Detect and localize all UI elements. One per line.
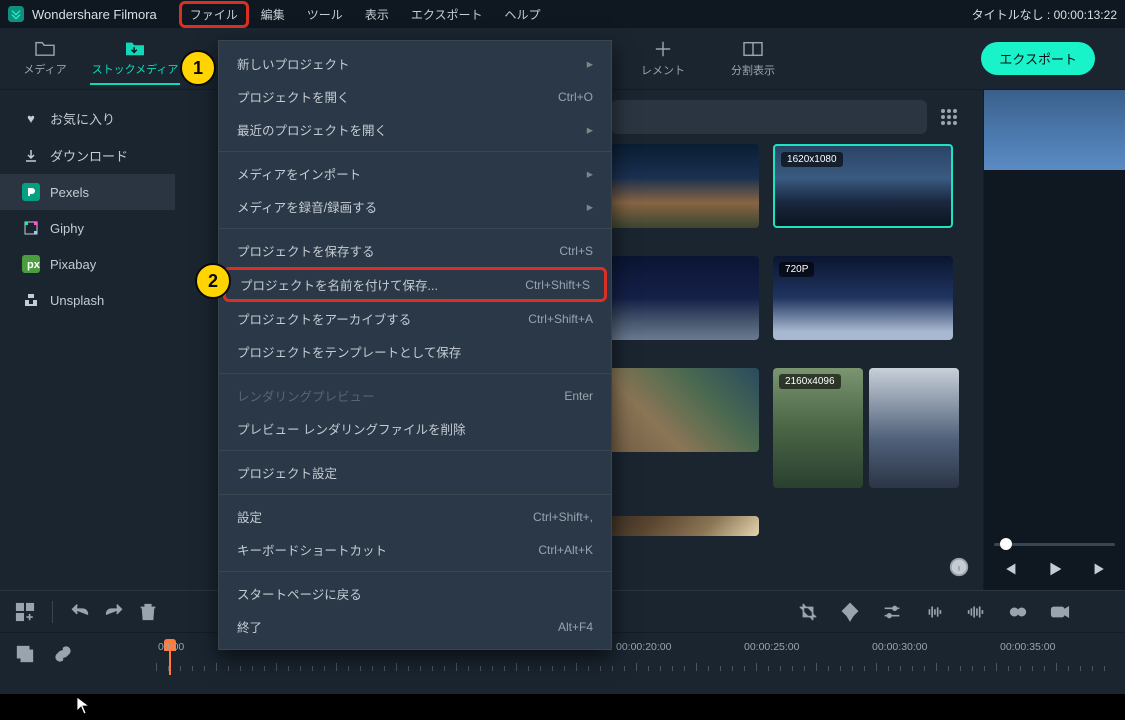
sidebar: ♥ お気に入り ダウンロード Pexels Giphy px Pixabay U… xyxy=(0,90,175,590)
download-icon xyxy=(22,147,40,165)
giphy-icon xyxy=(22,219,40,237)
annotation-1: 1 xyxy=(180,50,216,86)
menu-recent-projects[interactable]: 最近のプロジェクトを開く xyxy=(219,113,611,146)
menu-archive-project[interactable]: プロジェクトをアーカイブするCtrl+Shift+A xyxy=(219,302,611,335)
app-title: Wondershare Filmora xyxy=(32,7,157,22)
preview-scrubber[interactable] xyxy=(994,543,1115,546)
tab-stock-media[interactable]: ストックメディア xyxy=(90,33,180,85)
menu-delete-render-files[interactable]: プレビュー レンダリングファイルを削除 xyxy=(219,412,611,445)
menu-save-as-template[interactable]: プロジェクトをテンプレートとして保存 xyxy=(219,335,611,368)
step-forward-icon[interactable] xyxy=(1090,558,1112,580)
search-input[interactable] xyxy=(611,100,927,134)
step-back-icon[interactable] xyxy=(998,558,1020,580)
menu-help[interactable]: ヘルプ xyxy=(494,2,550,27)
marker-icon[interactable] xyxy=(839,601,861,623)
sparkle-icon xyxy=(652,40,674,58)
resolution-badge: 2160x4096 xyxy=(779,374,841,389)
undo-icon[interactable] xyxy=(69,601,91,623)
menu-export[interactable]: エクスポート xyxy=(401,2,493,27)
redo-icon[interactable] xyxy=(103,601,125,623)
play-icon[interactable] xyxy=(1044,558,1066,580)
export-button[interactable]: エクスポート xyxy=(981,42,1095,75)
menu-view[interactable]: 表示 xyxy=(355,2,399,27)
menu-project-settings[interactable]: プロジェクト設定 xyxy=(219,456,611,489)
sidebar-downloads[interactable]: ダウンロード xyxy=(0,137,175,174)
heart-icon: ♥ xyxy=(22,110,40,128)
media-thumb[interactable]: 2160x4096 xyxy=(773,368,863,488)
file-menu-dropdown: 新しいプロジェクト プロジェクトを開くCtrl+O 最近のプロジェクトを開く メ… xyxy=(218,40,612,650)
resolution-badge: 1620x1080 xyxy=(781,152,843,167)
menubar: ファイル 編集 ツール 表示 エクスポート ヘルプ xyxy=(179,1,551,28)
menu-record-media[interactable]: メディアを録音/録画する xyxy=(219,190,611,223)
preview-image xyxy=(984,90,1125,170)
menu-back-to-start[interactable]: スタートページに戻る xyxy=(219,577,611,610)
sidebar-favorites[interactable]: ♥ お気に入り xyxy=(0,100,175,137)
sidebar-pexels[interactable]: Pexels xyxy=(0,174,175,210)
menu-settings[interactable]: 設定Ctrl+Shift+, xyxy=(219,500,611,533)
new-item-icon[interactable] xyxy=(14,643,36,665)
tab-split-view[interactable]: 分割表示 xyxy=(708,34,798,84)
audio-wave2-icon[interactable] xyxy=(965,601,987,623)
menu-import-media[interactable]: メディアをインポート xyxy=(219,157,611,190)
media-thumb[interactable]: 720P xyxy=(773,256,953,340)
menu-save-project[interactable]: プロジェクトを保存するCtrl+S xyxy=(219,234,611,267)
menu-exit[interactable]: 終了Alt+F4 xyxy=(219,610,611,643)
info-icon[interactable] xyxy=(948,556,970,578)
cursor-icon xyxy=(76,696,92,716)
media-thumb-selected[interactable]: 1620x1080 xyxy=(773,144,953,228)
media-thumb[interactable] xyxy=(869,368,959,488)
menu-edit[interactable]: 編集 xyxy=(251,2,295,27)
project-title-timecode: タイトルなし : 00:00:13:22 xyxy=(972,6,1117,23)
sidebar-giphy[interactable]: Giphy xyxy=(0,210,175,246)
preview-panel xyxy=(983,90,1125,590)
menu-save-project-as[interactable]: プロジェクトを名前を付けて保存...Ctrl+Shift+S xyxy=(223,267,607,302)
menu-open-project[interactable]: プロジェクトを開くCtrl+O xyxy=(219,80,611,113)
pixabay-icon: px xyxy=(22,255,40,273)
grid-view-icon[interactable] xyxy=(939,107,959,127)
folder-arrow-icon xyxy=(124,39,146,57)
record-icon[interactable] xyxy=(1049,601,1071,623)
menu-file[interactable]: ファイル xyxy=(179,1,249,28)
sidebar-pixabay[interactable]: px Pixabay xyxy=(0,246,175,282)
unsplash-icon xyxy=(22,291,40,309)
audio-wave-icon[interactable] xyxy=(923,601,945,623)
annotation-2: 2 xyxy=(195,263,231,299)
split-icon xyxy=(742,40,764,58)
titlebar: Wondershare Filmora ファイル 編集 ツール 表示 エクスポー… xyxy=(0,0,1125,28)
tab-element[interactable]: レメント xyxy=(618,34,708,84)
menu-render-preview: レンダリングプレビューEnter xyxy=(219,379,611,412)
menu-keyboard-shortcuts[interactable]: キーボードショートカットCtrl+Alt+K xyxy=(219,533,611,566)
menu-tools[interactable]: ツール xyxy=(297,2,353,27)
svg-text:px: px xyxy=(27,259,40,271)
pexels-icon xyxy=(22,183,40,201)
link-icon2[interactable] xyxy=(1007,601,1029,623)
folder-icon xyxy=(34,39,56,57)
app-logo-icon xyxy=(8,6,24,22)
crop-icon[interactable] xyxy=(797,601,819,623)
tab-media[interactable]: メディア xyxy=(0,33,90,85)
link-icon[interactable] xyxy=(52,643,74,665)
adjust-icon[interactable] xyxy=(881,601,903,623)
add-track-icon[interactable] xyxy=(14,601,36,623)
delete-icon[interactable] xyxy=(137,601,159,623)
sidebar-unsplash[interactable]: Unsplash xyxy=(0,282,175,318)
resolution-badge: 720P xyxy=(779,262,814,277)
menu-new-project[interactable]: 新しいプロジェクト xyxy=(219,47,611,80)
